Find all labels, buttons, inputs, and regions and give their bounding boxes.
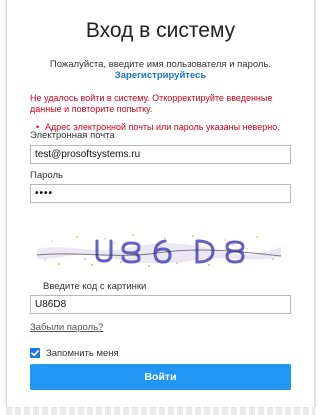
remember-me-label: Запомнить меня — [46, 347, 119, 359]
page-title: Вход в систему — [85, 19, 236, 42]
email-label: Электронная почта — [30, 130, 115, 141]
captcha-label: Введите код с картинки — [43, 281, 147, 292]
checkmark-icon — [31, 350, 39, 357]
panel-bottom-edge — [6, 407, 315, 415]
register-link[interactable]: Зарегистрируйтесь — [7, 70, 314, 81]
captcha-image — [37, 229, 281, 271]
password-label: Пароль — [30, 170, 63, 181]
forgot-password-link[interactable]: Забыли пароль? — [30, 322, 103, 333]
email-field[interactable]: test@prosoftsystems.ru — [30, 145, 291, 164]
remember-me-option[interactable]: Запомнить меня — [30, 346, 119, 360]
password-field[interactable]: •••• — [30, 184, 291, 203]
captcha-field[interactable]: U86D8 — [30, 295, 291, 314]
login-button[interactable]: Войти — [30, 364, 291, 390]
remember-me-checkbox[interactable] — [30, 348, 40, 358]
instructions-text: Пожалуйста, введите имя пользователя и п… — [49, 59, 272, 70]
error-message: Не удалось войти в систему. Откорректиру… — [30, 93, 273, 114]
login-panel: Вход в систему Пожалуйста, введите имя п… — [6, 0, 315, 407]
